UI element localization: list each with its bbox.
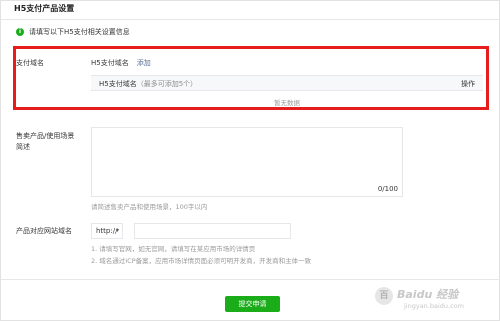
site-url-input[interactable] [134, 223, 291, 239]
settings-panel: H5支付产品设置 i 请填写以下H5支付相关设置信息 支付域名 H5支付域名 添… [0, 0, 500, 321]
site-tip-2: 2. 域名通过ICP备案，应用市场详情页面必须可明开发商，开发商和主体一致 [91, 257, 312, 265]
description-textarea[interactable]: 0/100 [91, 127, 403, 197]
submit-button[interactable]: 提交申请 [225, 296, 280, 312]
page-title: H5支付产品设置 [14, 4, 75, 13]
desc-label-line1: 售卖产品/使用场景 [16, 132, 75, 140]
protocol-value: http:// [96, 227, 118, 235]
chevron-down-icon: ▾ [115, 227, 119, 234]
site-tip-1: 1. 请填写官网，如无官网，请填写在某应用市场的详情页 [91, 245, 256, 253]
highlight-box [13, 46, 489, 110]
char-counter: 0/100 [377, 185, 398, 193]
notice-bar: i 请填写以下H5支付相关设置信息 [16, 27, 130, 37]
desc-label: 售卖产品/使用场景 简述 [16, 131, 74, 153]
title-divider [1, 19, 500, 20]
desc-tip: 请简述售卖产品和使用场景，100字以内 [91, 203, 208, 211]
footer-divider [1, 279, 500, 280]
desc-label-line2: 简述 [16, 143, 30, 151]
site-label: 产品对应网站域名 [16, 227, 72, 235]
notice-text: 请填写以下H5支付相关设置信息 [29, 28, 130, 36]
watermark-text: Baidu 经验 [397, 288, 459, 301]
protocol-select[interactable]: http:// ▾ [91, 223, 123, 239]
watermark-badge: 百 [375, 287, 393, 305]
watermark-url: jingyan.baidu.com [404, 302, 464, 310]
info-icon: i [16, 28, 24, 36]
